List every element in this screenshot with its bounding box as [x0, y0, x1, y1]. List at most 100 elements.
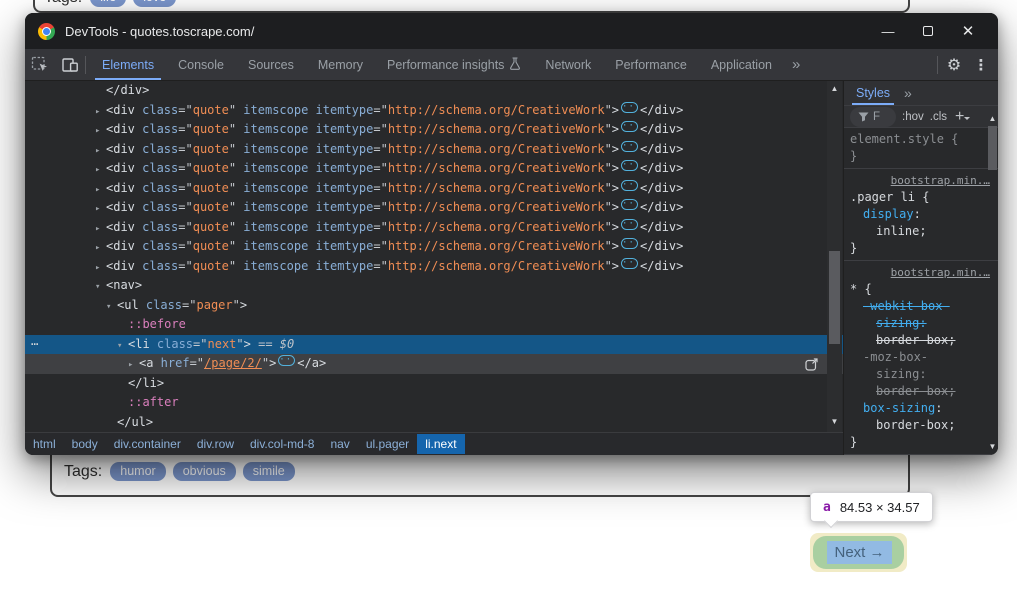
- breadcrumb-item[interactable]: ul.pager: [358, 434, 417, 454]
- expand-inline-icon[interactable]: ···: [621, 238, 638, 249]
- style-declaration[interactable]: -webkit-box-: [848, 298, 994, 315]
- tag-link[interactable]: life: [90, 0, 126, 7]
- tree-row[interactable]: </div>: [25, 81, 843, 101]
- tree-row[interactable]: ▸<div class="quote" itemscope itemtype="…: [25, 218, 843, 238]
- close-button[interactable]: ✕: [948, 17, 988, 45]
- scrollbar-thumb[interactable]: [829, 251, 840, 344]
- scroll-up-arrow[interactable]: ▲: [987, 112, 998, 125]
- tree-row[interactable]: </li>: [25, 374, 843, 394]
- expand-inline-icon[interactable]: ···: [621, 141, 638, 152]
- tab-network[interactable]: Network: [536, 49, 600, 80]
- device-toolbar-icon[interactable]: [55, 49, 85, 80]
- tab-sources[interactable]: Sources: [239, 49, 303, 80]
- toggle-element-state-button[interactable]: :hov: [902, 111, 924, 123]
- tab-application[interactable]: Application: [702, 49, 781, 80]
- styles-filter-input[interactable]: F: [850, 107, 896, 127]
- style-declaration[interactable]: * {: [848, 281, 994, 298]
- settings-gear-icon[interactable]: ⚙: [940, 55, 968, 75]
- style-declaration[interactable]: -moz-box-: [848, 349, 994, 366]
- scroll-down-arrow[interactable]: ▼: [987, 440, 998, 453]
- node-menu-icon[interactable]: ⋯: [31, 335, 39, 355]
- tree-row[interactable]: ▾<ul class="pager">: [25, 296, 843, 316]
- expand-inline-icon[interactable]: ···: [621, 121, 638, 132]
- tab-performance-insights[interactable]: Performance insights: [378, 49, 530, 80]
- breadcrumb-item[interactable]: html: [25, 434, 64, 454]
- expand-inline-icon[interactable]: ···: [621, 102, 638, 113]
- tooltip-element-name: a: [823, 500, 831, 515]
- kebab-menu-icon[interactable]: ⋮: [970, 56, 992, 74]
- style-rule[interactable]: element.style {}: [844, 128, 998, 169]
- style-rule[interactable]: bootstrap.min.… .pager li {display:inline…: [844, 169, 998, 261]
- tree-row[interactable]: ▸<div class="quote" itemscope itemtype="…: [25, 140, 843, 160]
- breadcrumb-item[interactable]: body: [64, 434, 106, 454]
- style-declaration[interactable]: }: [848, 240, 994, 257]
- sidebar-more-tabs-button[interactable]: »: [898, 85, 918, 101]
- tab-performance[interactable]: Performance: [606, 49, 696, 80]
- style-declaration[interactable]: .pager li {: [848, 189, 994, 206]
- next-page-button[interactable]: Next →: [827, 541, 892, 564]
- tab-console[interactable]: Console: [169, 49, 233, 80]
- tree-row[interactable]: ⋯▾<li class="next"> == $0: [25, 335, 843, 355]
- flask-icon: [509, 57, 521, 73]
- tab-elements[interactable]: Elements: [93, 49, 163, 80]
- style-declaration[interactable]: border-box;: [848, 383, 994, 400]
- style-declaration[interactable]: display:: [848, 206, 994, 223]
- tags-label: Tags:: [64, 463, 102, 481]
- tree-row[interactable]: ▸<div class="quote" itemscope itemtype="…: [25, 101, 843, 121]
- style-declaration[interactable]: }: [848, 434, 994, 451]
- tree-row[interactable]: ::after: [25, 393, 843, 413]
- minimize-button[interactable]: —: [868, 17, 908, 45]
- more-tabs-button[interactable]: »: [784, 49, 808, 80]
- scroll-down-arrow[interactable]: ▼: [827, 415, 842, 428]
- style-declaration[interactable]: element.style {: [848, 131, 994, 148]
- expand-inline-icon[interactable]: ···: [621, 219, 638, 230]
- tag-link[interactable]: humor: [110, 462, 165, 481]
- breadcrumb-item[interactable]: li.next: [417, 434, 464, 454]
- stylesheet-link[interactable]: bootstrap.min.…: [891, 266, 990, 279]
- tag-link[interactable]: simile: [243, 462, 295, 481]
- breadcrumb-item[interactable]: div.container: [106, 434, 189, 454]
- tree-row[interactable]: ▸<div class="quote" itemscope itemtype="…: [25, 237, 843, 257]
- expand-inline-icon[interactable]: ···: [621, 199, 638, 210]
- breadcrumb-item[interactable]: div.row: [189, 434, 242, 454]
- styles-scrollbar[interactable]: ▲ ▼: [987, 112, 998, 453]
- style-declaration[interactable]: border-box;: [848, 417, 994, 434]
- style-declaration[interactable]: sizing:: [848, 366, 994, 383]
- new-style-rule-button[interactable]: +: [955, 108, 964, 126]
- expand-inline-icon[interactable]: ···: [621, 160, 638, 171]
- maximize-button[interactable]: [908, 17, 948, 45]
- tree-row[interactable]: ▸<div class="quote" itemscope itemtype="…: [25, 179, 843, 199]
- tree-row[interactable]: ::before: [25, 315, 843, 335]
- tree-row[interactable]: ▸<div class="quote" itemscope itemtype="…: [25, 257, 843, 277]
- breadcrumb-item[interactable]: div.col-md-8: [242, 434, 322, 454]
- style-declaration[interactable]: }: [848, 148, 994, 165]
- style-rule[interactable]: bootstrap.min.…* {-webkit-box-sizing:bor…: [844, 261, 998, 455]
- scroll-up-arrow[interactable]: ▲: [827, 82, 842, 95]
- inspect-highlight-overlay: Next →: [810, 533, 907, 572]
- dom-tree-scrollbar[interactable]: ▲ ▼: [827, 81, 842, 432]
- style-declaration[interactable]: sizing:: [848, 315, 994, 332]
- tree-row[interactable]: ▾<nav>: [25, 276, 843, 296]
- stylesheet-link[interactable]: bootstrap.min.…: [891, 174, 990, 187]
- tree-row[interactable]: ▸<a href="/page/2/">···</a>: [25, 354, 843, 374]
- tree-row[interactable]: ▸<div class="quote" itemscope itemtype="…: [25, 120, 843, 140]
- expand-inline-icon[interactable]: ···: [278, 355, 295, 366]
- tag-link[interactable]: love: [133, 0, 176, 7]
- inspect-element-icon[interactable]: [25, 49, 55, 80]
- tree-row[interactable]: </ul>: [25, 413, 843, 433]
- tab-memory[interactable]: Memory: [309, 49, 372, 80]
- style-declaration[interactable]: inline;: [848, 223, 994, 240]
- expand-inline-icon[interactable]: ···: [621, 180, 638, 191]
- style-declaration[interactable]: border-box;: [848, 332, 994, 349]
- breadcrumb-item[interactable]: nav: [322, 434, 357, 454]
- tag-link[interactable]: obvious: [173, 462, 236, 481]
- title-bar: DevTools - quotes.toscrape.com/ — ✕: [25, 13, 998, 49]
- devtools-toolbar: ElementsConsoleSourcesMemoryPerformance …: [25, 49, 998, 81]
- expand-inline-icon[interactable]: ···: [621, 258, 638, 269]
- scrollbar-thumb[interactable]: [988, 126, 997, 170]
- style-declaration[interactable]: box-sizing:: [848, 400, 994, 417]
- element-classes-button[interactable]: .cls: [930, 111, 947, 123]
- tree-row[interactable]: ▸<div class="quote" itemscope itemtype="…: [25, 198, 843, 218]
- tree-row[interactable]: ▸<div class="quote" itemscope itemtype="…: [25, 159, 843, 179]
- tab-styles[interactable]: Styles: [848, 81, 898, 105]
